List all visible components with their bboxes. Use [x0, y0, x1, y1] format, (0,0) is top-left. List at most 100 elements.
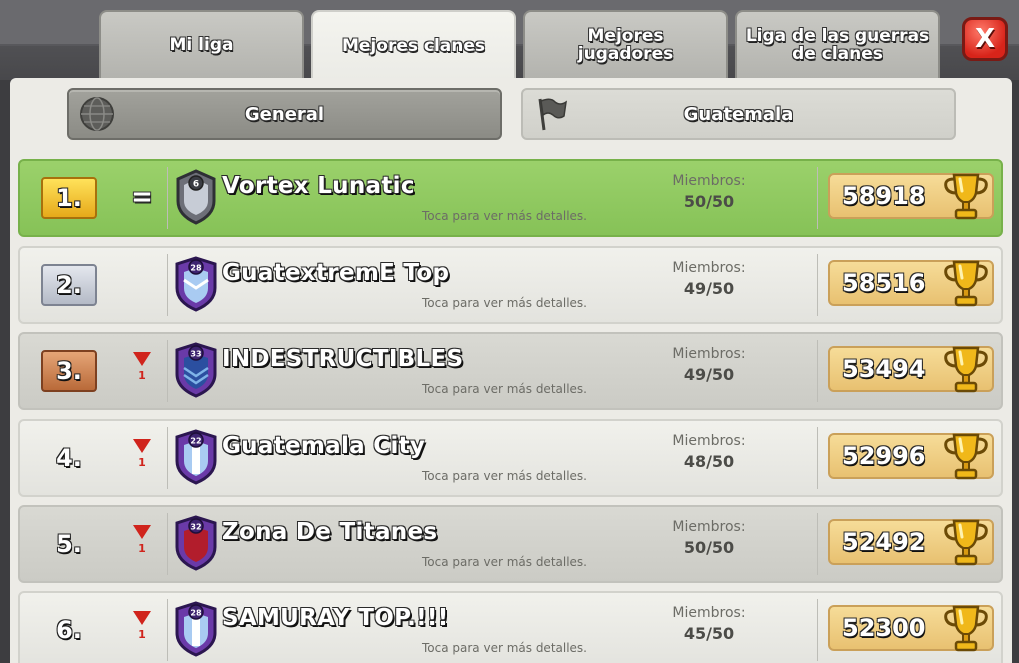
tab-my-league[interactable]: Mi liga: [99, 10, 304, 78]
clan-level: 33: [190, 350, 201, 359]
flag-icon: [538, 98, 567, 131]
tab-label: Mejores clanes: [341, 36, 486, 56]
table-row[interactable]: 1. = 6 Vortex Lunatic Toca para ver más …: [18, 159, 1003, 237]
members-info: Miembros: 50/50: [650, 519, 768, 557]
divider: [817, 340, 818, 402]
triangle-down-icon: [133, 352, 151, 366]
clan-badge-icon: 33: [175, 342, 217, 398]
details-hint: Toca para ver más detalles.: [422, 382, 587, 396]
trophy-box: 58516: [828, 260, 994, 307]
tab-label: Liga de las guerras de clanes: [745, 26, 930, 64]
divider: [167, 427, 168, 489]
rank-number: 4.: [56, 444, 82, 472]
trophy-count: 58516: [842, 269, 926, 297]
filter-general-label: General: [244, 103, 325, 125]
trophy-icon: [944, 605, 988, 652]
divider: [167, 340, 168, 402]
divider: [817, 427, 818, 489]
trophy-count: 53494: [842, 355, 926, 383]
members-count: 45/50: [683, 624, 735, 643]
triangle-down-icon: [133, 439, 151, 453]
rank-number: 2.: [56, 271, 82, 299]
clan-badge-icon: 32: [175, 515, 217, 571]
rank-number: 3.: [56, 357, 82, 385]
details-hint: Toca para ver más detalles.: [422, 469, 587, 483]
rank-change-amount: 1: [138, 456, 146, 469]
members-count: 50/50: [683, 538, 735, 557]
rank-number: 6.: [56, 616, 82, 644]
divider: [167, 513, 168, 575]
tab-clan-war-league[interactable]: Liga de las guerras de clanes: [735, 10, 940, 78]
trophy-box: 52492: [828, 519, 994, 566]
divider: [167, 599, 168, 661]
table-row[interactable]: 3. 1 33 INDESTRUCTIBLES Toca para ver má…: [18, 332, 1003, 410]
details-hint: Toca para ver más detalles.: [422, 296, 587, 310]
rank-change: 1: [128, 350, 156, 390]
trophy-count: 58918: [842, 182, 926, 210]
trophy-count: 52492: [842, 528, 926, 556]
tab-best-players[interactable]: Mejores jugadores: [523, 10, 728, 78]
filter-country-label: Guatemala: [683, 103, 794, 125]
clan-badge-icon: 28: [175, 601, 217, 657]
rank-badge: 2.: [41, 264, 97, 306]
trophy-icon: [944, 346, 988, 393]
divider: [817, 599, 818, 661]
trophy-icon: [944, 173, 988, 220]
clan-badge-icon: 6: [176, 169, 216, 225]
trophy-box: 53494: [828, 346, 994, 393]
members-label: Miembros:: [672, 605, 746, 621]
triangle-down-icon: [133, 525, 151, 539]
members-info: Miembros: 49/50: [650, 346, 768, 384]
trophy-icon: [944, 260, 988, 307]
trophy-box: 52996: [828, 433, 994, 480]
clan-name: Zona De Titanes: [222, 519, 438, 545]
members-count: 48/50: [683, 452, 735, 471]
members-label: Miembros:: [672, 173, 746, 189]
details-hint: Toca para ver más detalles.: [422, 641, 587, 655]
trophy-count: 52300: [842, 614, 926, 642]
trophy-count: 52996: [842, 442, 926, 470]
rank-number: 1.: [56, 184, 82, 212]
clan-level: 32: [190, 523, 201, 532]
triangle-down-icon: [133, 611, 151, 625]
members-count: 49/50: [683, 365, 735, 384]
rank-badge: 5.: [41, 523, 97, 565]
rank-change-amount: 1: [138, 628, 146, 641]
members-info: Miembros: 45/50: [650, 605, 768, 643]
clan-badge-icon: 22: [175, 429, 217, 485]
filter-general-button[interactable]: General: [67, 88, 502, 140]
trophy-box: 52300: [828, 605, 994, 652]
close-icon: X: [974, 24, 996, 54]
members-info: Miembros: 48/50: [650, 433, 768, 471]
rank-change: 1: [128, 523, 156, 563]
tab-label: Mejores jugadores: [577, 26, 674, 64]
members-info: Miembros: 50/50: [650, 173, 768, 211]
rank-badge: 1.: [41, 177, 97, 219]
filter-country-button[interactable]: Guatemala: [521, 88, 956, 140]
clan-badge-icon: 28: [175, 256, 217, 312]
rank-badge: 6.: [41, 609, 97, 651]
members-info: Miembros: 49/50: [650, 260, 768, 298]
close-button[interactable]: X: [962, 17, 1008, 61]
rank-change: 1: [128, 609, 156, 649]
trophy-icon: [944, 433, 988, 480]
globe-icon: [80, 97, 114, 131]
rank-badge: 4.: [41, 437, 97, 479]
divider: [817, 167, 818, 229]
rank-change-amount: 1: [138, 369, 146, 382]
rank-change: =: [128, 177, 156, 217]
table-row[interactable]: 5. 1 32 Zona De Titanes Toca para ver má…: [18, 505, 1003, 583]
table-row[interactable]: 4. 1 22 Guatemala City Toca para ver más…: [18, 419, 1003, 497]
divider: [817, 254, 818, 316]
rank-change-amount: 1: [138, 542, 146, 555]
rank-number: 5.: [56, 530, 82, 558]
clan-level: 6: [193, 180, 199, 190]
table-row[interactable]: 2. 28 GuatextremE Top Toca para ver más …: [18, 246, 1003, 324]
details-hint: Toca para ver más detalles.: [422, 555, 587, 569]
table-row[interactable]: 6. 1 28 SAMURAY TOP.!!! Toca para ver má…: [18, 591, 1003, 663]
clan-level: 28: [190, 264, 202, 273]
divider: [167, 254, 168, 316]
tab-best-clans[interactable]: Mejores clanes: [311, 10, 516, 80]
clan-name: Vortex Lunatic: [222, 173, 415, 199]
clan-name: INDESTRUCTIBLES: [222, 346, 464, 372]
